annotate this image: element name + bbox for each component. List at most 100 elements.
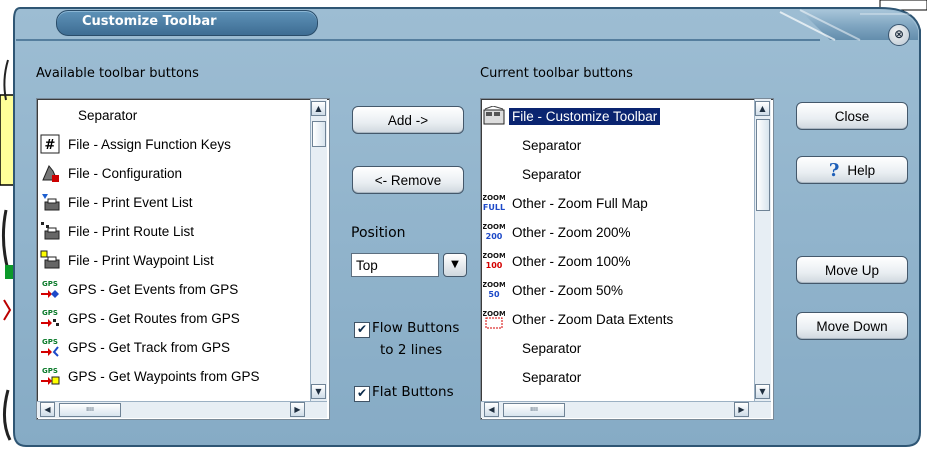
list-item[interactable]: ZOOM 200 Other - Zoom 200% — [483, 218, 634, 246]
list-item[interactable]: ZOOM 50 Other - Zoom 50% — [483, 276, 626, 304]
list-item[interactable]: File - Print Waypoint List — [39, 246, 217, 274]
add-button[interactable]: Add -> — [352, 106, 464, 134]
flat-buttons-label: Flat Buttons — [372, 384, 454, 400]
list-item[interactable]: GPS GPS - Get Waypoints from GPS — [39, 362, 263, 390]
svg-text:100: 100 — [486, 261, 503, 270]
list-item[interactable]: GPS GPS - Get Events from GPS — [39, 275, 241, 303]
question-icon: ? — [828, 159, 840, 181]
list-item-label: Other - Zoom 50% — [512, 282, 624, 298]
svg-text:GPS: GPS — [42, 280, 58, 288]
list-item-label: Other - Zoom 200% — [512, 224, 631, 240]
scroll-thumb[interactable] — [312, 121, 326, 147]
available-buttons-list[interactable]: Separator # File - Assign Function Keys Fil… — [36, 98, 330, 420]
position-label: Position — [351, 225, 406, 241]
available-list-vscrollbar[interactable]: ▲ ▼ — [310, 99, 327, 401]
list-item[interactable]: GPS GPS - Get Routes from GPS — [39, 304, 243, 332]
svg-text:GPS: GPS — [42, 338, 58, 346]
list-item[interactable]: File - Print Event List — [39, 188, 196, 216]
list-item[interactable]: Separator — [483, 131, 584, 159]
list-item-label: Separator — [522, 340, 582, 356]
help-button[interactable]: ? Help — [796, 156, 908, 184]
function-keys-icon: # — [39, 133, 61, 155]
list-item[interactable]: File - Configuration — [39, 159, 185, 187]
scroll-left-button[interactable]: ◀ — [484, 402, 499, 417]
gps-waypoints-icon: GPS — [39, 365, 61, 387]
print-event-icon — [39, 191, 61, 213]
list-item[interactable]: File - Customize Toolbar — [483, 102, 662, 130]
dialog-title: Customize Toolbar — [82, 14, 217, 29]
gps-track-icon: GPS — [39, 336, 61, 358]
print-route-icon — [39, 220, 61, 242]
scroll-down-button[interactable]: ▼ — [311, 384, 326, 399]
blank-icon — [39, 104, 71, 126]
current-list-hscrollbar[interactable]: ◀ ıııı ▶ — [481, 401, 771, 418]
list-item-label: File - Assign Function Keys — [68, 136, 231, 152]
scroll-left-button[interactable]: ◀ — [40, 402, 55, 417]
list-item[interactable]: # File - Assign Function Keys — [39, 130, 234, 158]
list-item[interactable]: Separator — [483, 363, 584, 391]
list-item-label: Separator — [78, 107, 138, 123]
scroll-up-button[interactable]: ▲ — [755, 101, 770, 116]
flow-buttons-label: Flow Buttons — [372, 320, 460, 336]
svg-text:GPS: GPS — [42, 309, 58, 317]
list-item-label: File - Print Route List — [68, 223, 195, 239]
svg-text:FULL: FULL — [483, 203, 505, 212]
position-select[interactable]: Top — [351, 253, 439, 277]
list-item-label: Separator — [522, 369, 582, 385]
svg-text:ZOOM: ZOOM — [483, 194, 505, 202]
list-item-label: GPS - Get Track from GPS — [68, 339, 231, 355]
svg-text:ZOOM: ZOOM — [483, 223, 505, 231]
close-icon[interactable]: ⊗ — [888, 24, 910, 46]
current-buttons-list[interactable]: File - Customize Toolbar Separator Separat… — [480, 98, 774, 420]
current-list-vscrollbar[interactable]: ▲ ▼ — [754, 99, 771, 401]
current-buttons-label: Current toolbar buttons — [480, 66, 633, 81]
list-item-label: File - Print Event List — [68, 194, 193, 210]
list-item-label: GPS - Get Events from GPS — [68, 281, 239, 297]
move-up-button[interactable]: Move Up — [796, 256, 908, 284]
list-item-label: Separator — [522, 166, 582, 182]
scroll-thumb[interactable]: ıııı — [503, 403, 565, 417]
close-button[interactable]: Close — [796, 102, 908, 130]
scroll-right-button[interactable]: ▶ — [734, 402, 749, 417]
scroll-up-button[interactable]: ▲ — [311, 101, 326, 116]
list-item-label: Other - Zoom Full Map — [512, 195, 648, 211]
list-item-label: Separator — [522, 137, 582, 153]
list-item-label: File - Customize Toolbar — [507, 106, 662, 126]
zoom-extents-icon: ZOOM — [483, 308, 505, 330]
list-item[interactable]: Separator — [39, 101, 140, 129]
flow-buttons-label-line2: to 2 lines — [380, 342, 443, 358]
blank-icon — [483, 163, 515, 185]
flow-buttons-checkbox[interactable]: ✔ — [354, 322, 370, 338]
flat-buttons-checkbox[interactable]: ✔ — [354, 386, 370, 402]
list-item[interactable]: File - Print Route List — [39, 217, 197, 245]
list-item-label: Other - Zoom 100% — [512, 253, 631, 269]
scroll-thumb[interactable] — [756, 119, 770, 211]
customize-toolbar-icon — [483, 105, 505, 127]
list-item-label: GPS - Get Routes from GPS — [68, 310, 240, 326]
svg-text:GPS: GPS — [42, 367, 58, 375]
scroll-thumb[interactable]: ıııı — [59, 403, 121, 417]
zoom-100-icon: ZOOM 100 — [483, 250, 505, 272]
zoom-full-icon: ZOOM FULL — [483, 192, 505, 214]
gps-events-icon: GPS — [39, 278, 61, 300]
print-waypoint-icon — [39, 249, 61, 271]
scroll-right-button[interactable]: ▶ — [290, 402, 305, 417]
chevron-down-icon[interactable]: ▼ — [443, 253, 467, 277]
list-item[interactable]: Separator — [483, 334, 584, 362]
blank-icon — [483, 337, 515, 359]
move-down-button[interactable]: Move Down — [796, 312, 908, 340]
list-item[interactable]: ZOOM 100 Other - Zoom 100% — [483, 247, 634, 275]
list-item[interactable]: GPS GPS - Get Track from GPS — [39, 333, 233, 361]
svg-text:50: 50 — [488, 290, 500, 299]
zoom-50-icon: ZOOM 50 — [483, 279, 505, 301]
list-item[interactable]: ZOOM FULL Other - Zoom Full Map — [483, 189, 651, 217]
list-item[interactable]: ZOOM Other - Zoom Data Extents — [483, 305, 676, 333]
available-list-hscrollbar[interactable]: ◀ ıııı ▶ — [37, 401, 327, 418]
list-item-label: Other - Zoom Data Extents — [512, 311, 674, 327]
scroll-down-button[interactable]: ▼ — [755, 384, 770, 399]
available-buttons-label: Available toolbar buttons — [36, 66, 199, 81]
list-item-label: File - Configuration — [68, 165, 183, 181]
configuration-icon — [39, 162, 61, 184]
remove-button[interactable]: <- Remove — [352, 166, 464, 194]
list-item[interactable]: Separator — [483, 160, 584, 188]
